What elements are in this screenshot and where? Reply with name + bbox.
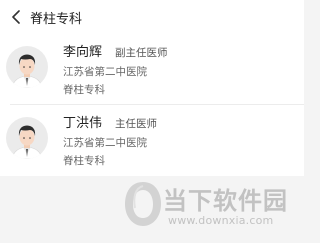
doctor-name: 李向辉 — [63, 45, 103, 60]
page-title: 脊柱专科 — [30, 11, 83, 27]
chevron-left-icon — [12, 10, 20, 24]
watermark: 当下软件园 www.downxia.com — [121, 178, 304, 243]
nav-header: 脊柱专科 — [0, 0, 304, 34]
doctor-card[interactable]: 李向辉 副主任医师 江苏省第二中医院 脊柱专科 — [0, 34, 304, 105]
doctor-list: 李向辉 副主任医师 江苏省第二中医院 脊柱专科 丁洪伟 主任医师 江苏省第二中医… — [0, 34, 304, 176]
doctor-avatar-icon — [6, 46, 48, 88]
watermark-title: 当下软件园 — [163, 187, 288, 215]
watermark-logo-icon — [125, 182, 161, 226]
doctor-title: 主任医师 — [115, 118, 158, 130]
doctor-hospital: 江苏省第二中医院 — [63, 137, 147, 149]
doctor-title: 副主任医师 — [115, 47, 168, 59]
doctor-avatar-icon — [6, 117, 48, 159]
doctor-department: 脊柱专科 — [63, 155, 105, 167]
doctor-department: 脊柱专科 — [63, 84, 105, 96]
doctor-card[interactable]: 丁洪伟 主任医师 江苏省第二中医院 脊柱专科 — [0, 105, 304, 175]
doctor-hospital: 江苏省第二中医院 — [63, 66, 147, 78]
watermark-url: www.downxia.com — [168, 214, 274, 227]
back-button[interactable] — [5, 0, 27, 34]
doctor-name: 丁洪伟 — [63, 116, 103, 131]
